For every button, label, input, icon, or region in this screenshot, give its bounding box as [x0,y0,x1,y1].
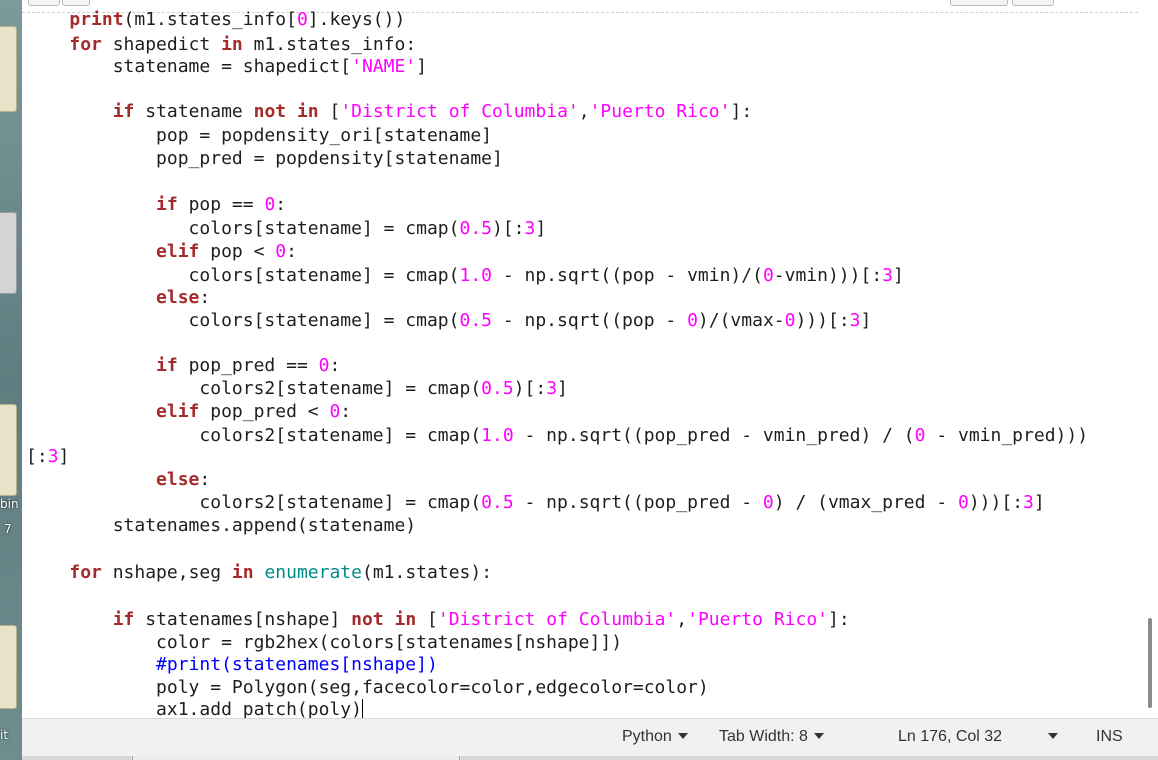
cursor-position[interactable]: Ln 176, Col 32 [898,728,1002,746]
code-line: [:3] [26,446,70,467]
chevron-down-icon [813,733,824,739]
code-line: colors[statename] = cmap(0.5)[:3] [26,218,547,239]
code-line: if statenames[nshape] not in ['District … [112,609,850,630]
code-line: poly = Polygon(seg,facecolor=color,edgec… [26,677,709,698]
language-label: Python [622,728,672,745]
code-line: pop = popdensity_ori[statename] [26,125,492,146]
code-line: if pop_pred == 0: [156,355,341,376]
code-line: colors2[statename] = cmap(1.0 - np.sqrt(… [26,425,1089,446]
code-line: #print(statenames[nshape]) [156,654,438,675]
position-menu-button[interactable] [1042,728,1058,746]
tab-width-selector[interactable]: Tab Width: 8 [719,728,824,746]
code-line: color = rgb2hex(colors[statenames[nshape… [26,632,623,653]
code-line: if pop == 0: [156,194,287,215]
code-line: colors2[statename] = cmap(0.5 - np.sqrt(… [26,492,1045,513]
code-line: for nshape,seg in enumerate(m1.states): [69,562,493,583]
desktop-file-icon[interactable] [0,26,17,112]
code-line: print(m1.states_info[0].keys()) [69,9,406,30]
code-line: if statename not in ['District of Columb… [112,101,753,122]
code-line: elif pop_pred < 0: [156,401,352,422]
chevron-down-icon [1048,733,1058,739]
code-editor[interactable]: print(m1.states_info[0].keys()) for shap… [22,4,1140,718]
code-line: colors2[statename] = cmap(0.5)[:3] [26,378,568,399]
bottom-panel-tab[interactable] [132,756,460,760]
chevron-down-icon [677,733,688,739]
desktop-background: bin 7 it [0,0,22,760]
code-line: colors[statename] = cmap(1.0 - np.sqrt((… [26,265,904,286]
code-line: colors[statename] = cmap(0.5 - np.sqrt((… [26,310,872,331]
code-line: for shapedict in m1.states_info: [69,34,417,55]
insert-mode-indicator[interactable]: INS [1096,728,1123,746]
code-line: ax1.add_patch(poly) [26,699,363,718]
code-line: statename = shapedict['NAME'] [26,56,427,77]
desktop-file-icon[interactable] [0,404,17,496]
code-line: statenames.append(statename) [26,515,417,536]
code-line: else: [156,287,211,308]
status-bar: Python Tab Width: 8 Ln 176, Col 32 INS [22,718,1158,757]
language-selector[interactable]: Python [622,728,688,746]
desktop-file-icon[interactable] [0,625,17,709]
vertical-scrollbar[interactable] [1140,4,1158,718]
tab-width-label: Tab Width: 8 [719,728,808,745]
code-line: else: [156,469,211,490]
scrollbar-thumb[interactable] [1148,618,1152,708]
gedit-window: print(m1.states_info[0].keys()) for shap… [22,0,1158,760]
text-cursor [361,699,363,718]
desktop-icon-label: it [0,728,9,742]
desktop-icon-label: bin [0,497,19,511]
desktop-file-icon[interactable] [0,212,17,294]
code-line: pop_pred = popdensity[statename] [26,148,503,169]
desktop-icon-label: 7 [4,522,12,536]
code-line: elif pop < 0: [156,241,297,262]
